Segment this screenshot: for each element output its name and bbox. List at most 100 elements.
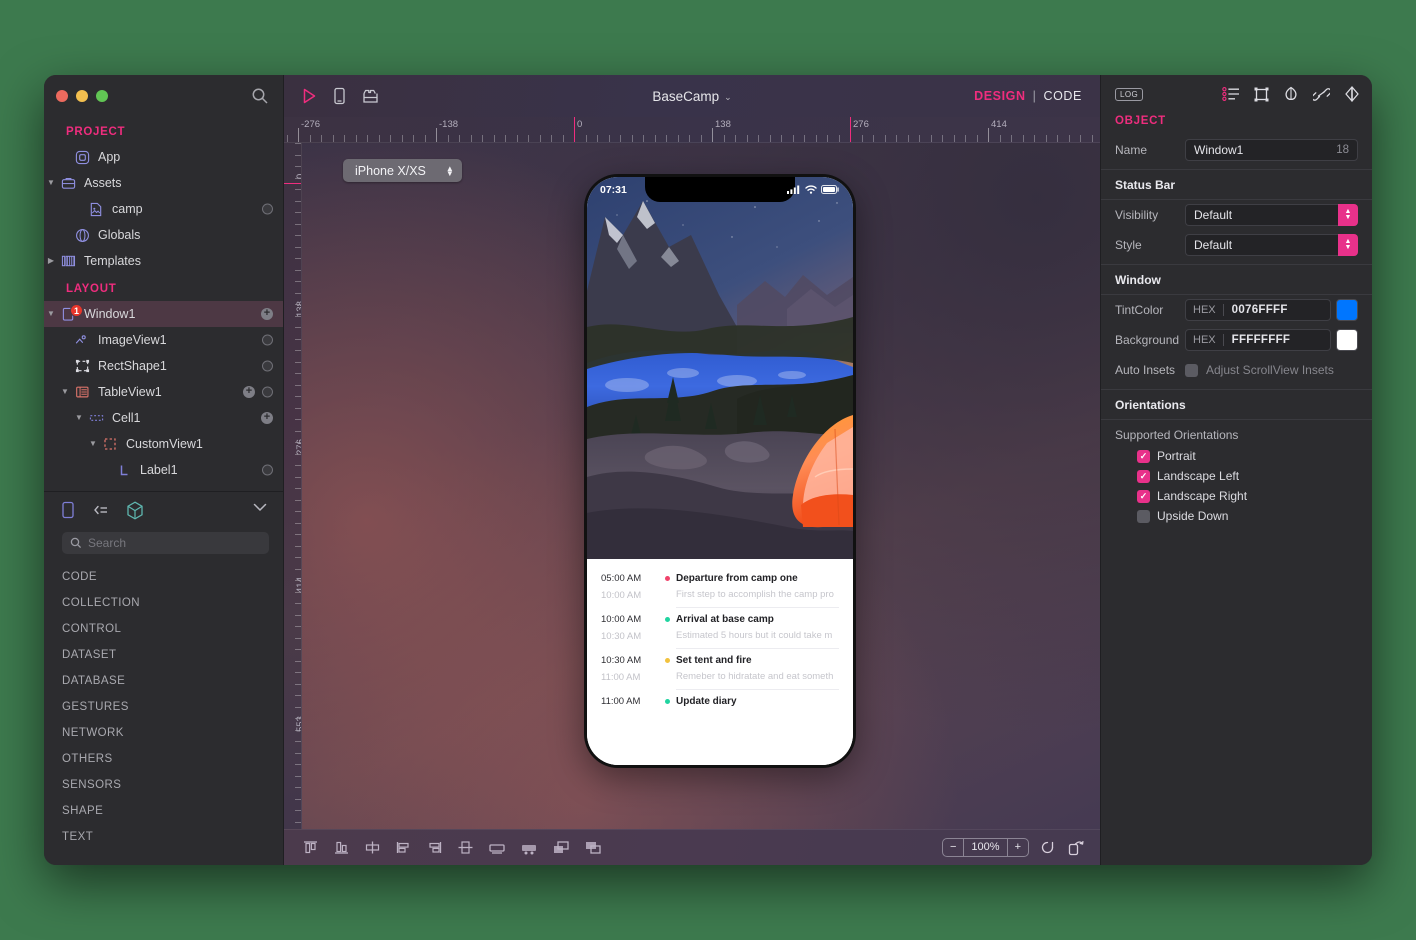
actions-icon[interactable] (1344, 86, 1360, 102)
package-icon[interactable] (362, 88, 379, 105)
tree-item-imageview1[interactable]: ImageView1 (44, 327, 283, 353)
cube-icon[interactable] (126, 500, 144, 520)
style-select[interactable]: Default ▲ ▼ (1185, 234, 1358, 256)
tree-item-cell1[interactable]: ▼ Cell1 + (44, 405, 283, 431)
tree-item-rectshape1[interactable]: RectShape1 (44, 353, 283, 379)
landscape-left-checkbox[interactable]: ✓ (1137, 469, 1150, 483)
minimize-window-button[interactable] (76, 90, 88, 102)
tree-item-tableview1[interactable]: ▼ TableView1 + (44, 379, 283, 405)
timeline-list[interactable]: 05:00 AM 10:00 AM Departure from camp on… (587, 559, 853, 765)
timeline-item[interactable]: 10:30 AM 11:00 AM Set tent and fire Reme… (587, 649, 853, 690)
log-button[interactable]: LOG (1115, 87, 1144, 101)
align-bottom-icon[interactable] (333, 840, 350, 855)
tintcolor-swatch[interactable] (1336, 299, 1358, 321)
tab-design[interactable]: DESIGN (974, 89, 1026, 103)
group-icon[interactable] (520, 841, 538, 855)
palette-category[interactable]: DATASET (44, 642, 283, 668)
list-icon[interactable] (92, 503, 110, 517)
palette-search[interactable] (62, 532, 269, 554)
chevron-down-icon[interactable] (253, 503, 267, 512)
background-field[interactable]: HEX FFFFFFFF (1185, 329, 1331, 351)
vertical-ruler[interactable]: 0138276414553691829 (284, 143, 302, 829)
layout-icon[interactable] (1254, 87, 1269, 102)
palette-category[interactable]: DATABASE (44, 668, 283, 694)
timeline-item[interactable]: 11:00 AM Update diary (587, 690, 853, 707)
tree-item-window1[interactable]: ▼ 1 Window1 + (44, 301, 283, 327)
palette-category[interactable]: TEXT (44, 824, 283, 850)
distribute-icon[interactable] (488, 841, 506, 855)
appearance-icon[interactable] (1283, 86, 1299, 102)
tree-item-globals[interactable]: Globals (44, 222, 283, 248)
background-control[interactable]: HEX FFFFFFFF (1185, 329, 1358, 351)
play-icon[interactable] (302, 88, 317, 104)
device-selector[interactable]: iPhone X/XS ▲ ▼ (343, 159, 462, 182)
twisty-open-icon[interactable]: ▼ (58, 388, 72, 396)
send-back-icon[interactable] (584, 840, 602, 855)
device-icon[interactable] (60, 501, 76, 519)
stepper-icon[interactable]: ▲ ▼ (1338, 234, 1358, 256)
search-icon[interactable] (251, 87, 269, 105)
palette-category[interactable]: SHAPE (44, 798, 283, 824)
design-stage[interactable]: iPhone X/XS ▲ ▼ 07:31 05:00 AM 10:00 AM … (302, 143, 1100, 829)
tree-item-camp[interactable]: camp (44, 196, 283, 222)
visibility-select[interactable]: Default ▲ ▼ (1185, 204, 1358, 226)
timeline-item[interactable]: 05:00 AM 10:00 AM Departure from camp on… (587, 567, 853, 608)
tree-item-assets[interactable]: ▼ Assets (44, 170, 283, 196)
align-right-icon[interactable] (426, 840, 443, 855)
tree-item-app[interactable]: ▶ App (44, 144, 283, 170)
visibility-toggle[interactable] (262, 386, 273, 398)
palette-category-list[interactable]: CODE COLLECTION CONTROL DATASET DATABASE… (44, 564, 283, 865)
background-swatch[interactable] (1336, 329, 1358, 351)
zoom-in-button[interactable]: + (1008, 839, 1028, 856)
upside-down-checkbox[interactable] (1137, 509, 1150, 523)
chevron-down-icon[interactable]: ⌄ (724, 92, 732, 102)
bring-front-icon[interactable] (552, 840, 570, 855)
tintcolor-field[interactable]: HEX 0076FFFF (1185, 299, 1331, 321)
horizontal-ruler[interactable]: -276-1380138276414553691 (284, 117, 1100, 143)
align-left-icon[interactable] (395, 840, 412, 855)
rotate-icon[interactable] (1067, 840, 1084, 856)
twisty-closed-icon[interactable]: ▶ (44, 257, 58, 265)
add-child-button[interactable]: + (243, 386, 255, 398)
align-center-h-icon[interactable] (457, 840, 474, 855)
twisty-open-icon[interactable]: ▼ (44, 179, 58, 187)
orientation-portrait-row[interactable]: ✓ Portrait (1101, 446, 1372, 466)
phone-preview[interactable]: 07:31 05:00 AM 10:00 AM Departure from c… (584, 174, 856, 768)
tree-item-customview1[interactable]: ▼ CustomView1 (44, 431, 283, 457)
properties-icon[interactable] (1222, 87, 1240, 101)
palette-category[interactable]: CODE (44, 564, 283, 590)
orientation-landscape-left-row[interactable]: ✓ Landscape Left (1101, 466, 1372, 486)
tab-code[interactable]: CODE (1043, 89, 1082, 103)
visibility-toggle[interactable] (262, 334, 273, 346)
add-child-button[interactable]: + (261, 308, 273, 320)
landscape-right-checkbox[interactable]: ✓ (1137, 489, 1150, 503)
add-child-button[interactable]: + (261, 412, 273, 424)
tree-item-templates[interactable]: ▶ Templates (44, 248, 283, 274)
twisty-open-icon[interactable]: ▼ (44, 310, 58, 318)
name-field[interactable]: Window1 18 (1185, 139, 1358, 161)
stepper-icon[interactable]: ▲ ▼ (446, 164, 454, 177)
issue-badge[interactable]: 1 (70, 304, 83, 317)
twisty-open-icon[interactable]: ▼ (72, 414, 86, 422)
palette-category[interactable]: CONTROL (44, 616, 283, 642)
palette-category[interactable]: COLLECTION (44, 590, 283, 616)
tree-item-label1[interactable]: Label1 (44, 457, 283, 483)
timeline-item[interactable]: 10:00 AM 10:30 AM Arrival at base camp E… (587, 608, 853, 649)
stepper-icon[interactable]: ▲ ▼ (1338, 204, 1358, 226)
visibility-toggle[interactable] (262, 360, 273, 372)
tintcolor-control[interactable]: HEX 0076FFFF (1185, 299, 1358, 321)
close-window-button[interactable] (56, 90, 68, 102)
visibility-toggle[interactable] (262, 203, 273, 215)
align-center-v-icon[interactable] (364, 840, 381, 855)
zoom-out-button[interactable]: − (943, 839, 963, 856)
search-input[interactable] (88, 536, 261, 550)
orientation-upside-down-row[interactable]: Upside Down (1101, 506, 1372, 526)
palette-category[interactable]: SENSORS (44, 772, 283, 798)
fit-icon[interactable] (1041, 840, 1055, 855)
palette-category[interactable]: GESTURES (44, 694, 283, 720)
portrait-checkbox[interactable]: ✓ (1137, 449, 1150, 463)
orientation-landscape-right-row[interactable]: ✓ Landscape Right (1101, 486, 1372, 506)
palette-category[interactable]: NETWORK (44, 720, 283, 746)
palette-category[interactable]: OTHERS (44, 746, 283, 772)
maximize-window-button[interactable] (96, 90, 108, 102)
